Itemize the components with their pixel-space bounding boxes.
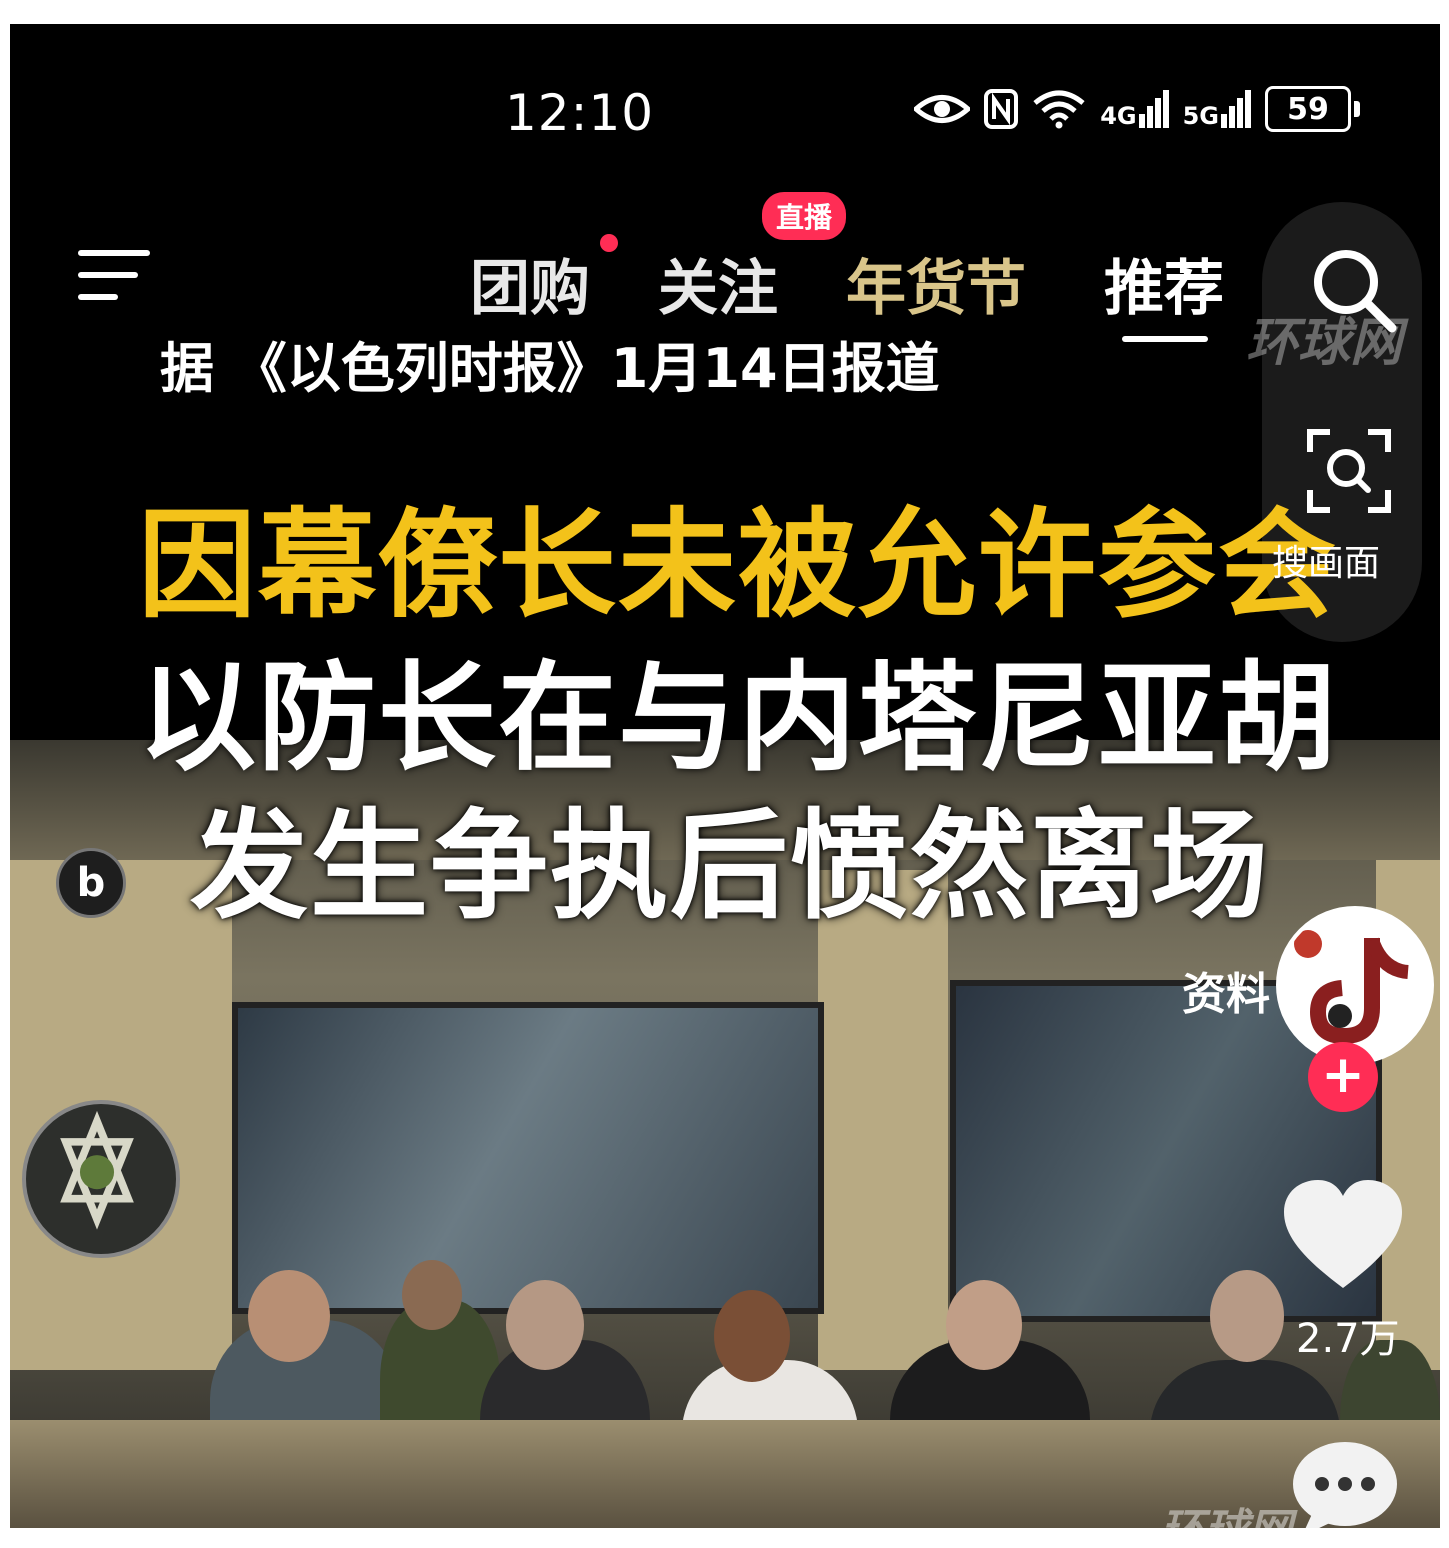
- watermark-top: 环球网: [1246, 313, 1403, 373]
- phone-screen: 12:10 4G 5G 59 团购 关注 年货节 推荐 直播 环球网 据 《以色…: [10, 24, 1440, 1528]
- signal-5g-icon: 5G: [1183, 90, 1251, 128]
- menu-icon[interactable]: [78, 250, 150, 306]
- heart-icon[interactable]: [1280, 1176, 1406, 1294]
- avatar-logo-icon: [1294, 930, 1409, 1045]
- status-time: 12:10: [505, 84, 655, 142]
- headline-line-1: 因幕僚长未被允许参会: [138, 496, 1339, 634]
- person-3-head: [506, 1280, 584, 1370]
- like-count: 2.7万: [1296, 1316, 1400, 1362]
- tab-new-year-shopping[interactable]: 年货节: [846, 240, 1026, 327]
- status-icons: 4G 5G 59: [914, 86, 1360, 132]
- report-line: 据 《以色列时报》1月14日报道: [160, 337, 940, 400]
- battery-icon: 59: [1265, 86, 1360, 132]
- emblem: [22, 1100, 180, 1258]
- channel-logo: b: [56, 848, 126, 918]
- person-5-head: [946, 1280, 1022, 1370]
- source-label: 资料: [1182, 969, 1270, 1020]
- live-badge[interactable]: 直播: [762, 192, 847, 240]
- wall-panel-middle: [818, 870, 948, 1370]
- headline-line-3: 发生争执后愤然离场: [190, 797, 1271, 935]
- battery-level: 59: [1265, 86, 1351, 132]
- person-1-head: [248, 1270, 330, 1362]
- person-4-head: [714, 1290, 790, 1382]
- top-nav: 团购 关注 年货节 推荐: [10, 224, 1440, 324]
- wifi-icon: [1033, 90, 1085, 129]
- nfc-icon: [984, 89, 1019, 129]
- comment-icon[interactable]: [1290, 1438, 1400, 1528]
- person-6-head: [1210, 1270, 1284, 1362]
- star-emblem-icon: [60, 1110, 134, 1230]
- watermark-bottom: 环球网: [1160, 1494, 1292, 1528]
- follow-plus-button[interactable]: +: [1308, 1042, 1378, 1112]
- search-frame-label[interactable]: 搜画面: [1272, 534, 1380, 586]
- tab-group-buy[interactable]: 团购: [470, 240, 590, 327]
- tab-following[interactable]: 关注: [658, 240, 778, 327]
- creator-avatar[interactable]: [1276, 906, 1434, 1064]
- headline-line-2: 以防长在与内塔尼亚胡: [138, 649, 1339, 787]
- eye-icon: [914, 95, 971, 123]
- signal-4g-icon: 4G: [1100, 90, 1169, 128]
- person-2-head: [402, 1260, 462, 1330]
- tab-recommended[interactable]: 推荐: [1104, 240, 1224, 327]
- active-tab-indicator: [1122, 336, 1208, 342]
- monitor-left: [232, 1002, 824, 1314]
- tab-group-buy-dot: [600, 234, 618, 252]
